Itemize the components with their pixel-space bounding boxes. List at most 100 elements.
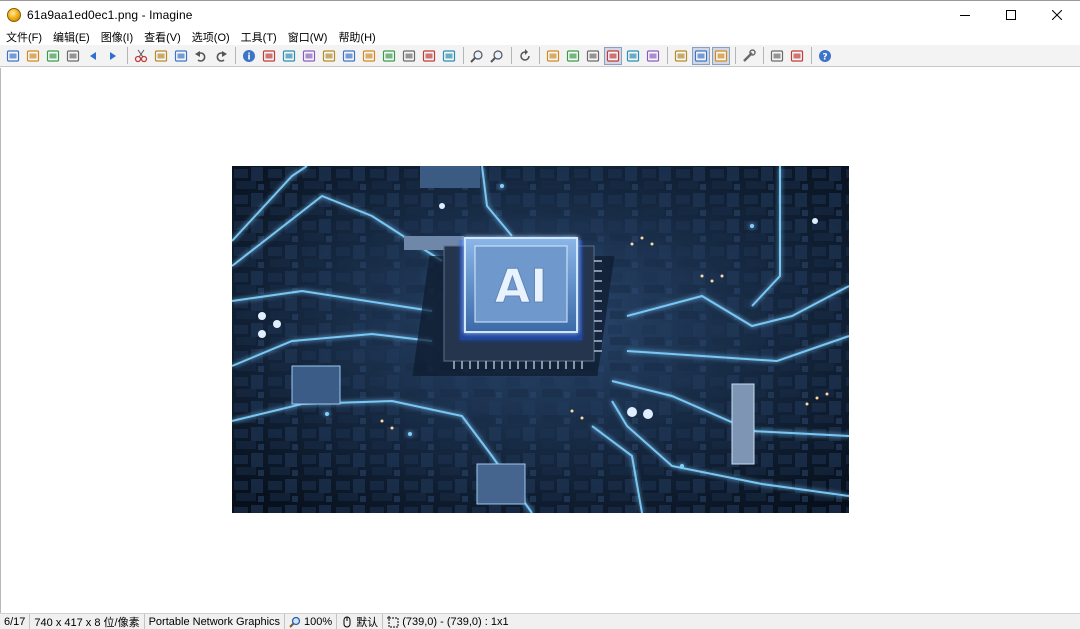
refresh-button[interactable] (516, 47, 534, 65)
maximize-button[interactable] (988, 1, 1034, 29)
rotate-button[interactable] (380, 47, 398, 65)
window-title: 61a9aa1ed0ec1.png - Imagine (27, 7, 193, 22)
flip-horizontal-icon (282, 49, 296, 63)
flip-vertical-button[interactable] (300, 47, 318, 65)
cut-icon (134, 49, 148, 63)
save-all-button[interactable] (44, 47, 62, 65)
status-format: Portable Network Graphics (145, 613, 286, 629)
color-icon (362, 49, 376, 63)
menu-image[interactable]: 图像(I) (101, 29, 133, 45)
toolbar-separator (763, 47, 764, 64)
edit-mode-button[interactable] (712, 46, 730, 65)
cut-button[interactable] (132, 47, 150, 65)
info-button[interactable]: i (240, 47, 258, 65)
copy-button[interactable] (152, 47, 170, 65)
save-all-icon (46, 49, 60, 63)
displayed-image[interactable]: AI (232, 166, 849, 513)
paste-icon (174, 49, 188, 63)
maximize-icon (1006, 10, 1016, 20)
menu-tools[interactable]: 工具(T) (241, 29, 277, 45)
toolbar-separator (735, 47, 736, 64)
rotate-icon (382, 49, 396, 63)
image-canvas[interactable]: AI (0, 68, 1080, 613)
sharpen-button[interactable] (584, 47, 602, 65)
status-mode[interactable]: 默认 (337, 613, 384, 629)
help-icon: ? (818, 49, 832, 63)
status-mode-value: 默认 (356, 616, 379, 629)
undo-button[interactable] (192, 47, 210, 65)
filmstrip-icon (262, 49, 276, 63)
redo-button[interactable] (212, 47, 230, 65)
toolbar-separator (811, 47, 812, 64)
brightness-down-button[interactable] (564, 47, 582, 65)
print-icon (66, 49, 80, 63)
toolbar-separator (667, 47, 668, 64)
previous-icon (87, 50, 99, 62)
batch-convert-icon (770, 49, 784, 63)
toolbar-separator (511, 47, 512, 64)
full-screen-icon (646, 49, 660, 63)
crop-button[interactable] (400, 47, 418, 65)
menu-help[interactable]: 帮助(H) (338, 29, 375, 45)
open-button[interactable] (24, 47, 42, 65)
capture-button[interactable] (788, 47, 806, 65)
status-dimensions: 740 x 417 x 8 位/像素 (30, 613, 145, 629)
thumbnail-view-button[interactable] (692, 46, 710, 65)
menu-options[interactable]: 选项(O) (192, 29, 230, 45)
actual-size-button[interactable] (624, 47, 642, 65)
zoom-out-icon (490, 49, 504, 63)
previous-button[interactable] (84, 47, 102, 65)
settings-button[interactable] (740, 47, 758, 65)
batch-convert-button[interactable] (768, 47, 786, 65)
window-controls (942, 1, 1080, 29)
menu-file[interactable]: 文件(F) (6, 29, 42, 45)
copy-icon (154, 49, 168, 63)
toolbar-separator (539, 47, 540, 64)
title-bar: 61a9aa1ed0ec1.png - Imagine (0, 0, 1080, 28)
zoom-icon (289, 616, 301, 628)
status-zoom-value: 100% (304, 615, 333, 628)
zoom-in-button[interactable] (468, 47, 486, 65)
next-button[interactable] (104, 47, 122, 65)
redo-icon (214, 49, 228, 63)
menu-edit[interactable]: 编辑(E) (53, 29, 90, 45)
full-screen-button[interactable] (644, 47, 662, 65)
status-bar: 6/17 740 x 417 x 8 位/像素 Portable Network… (0, 613, 1080, 629)
info-icon: i (242, 49, 256, 63)
color-button[interactable] (360, 47, 378, 65)
fit-window-icon (606, 49, 620, 63)
imagine-app-icon[interactable] (7, 7, 21, 22)
close-button[interactable] (1034, 1, 1080, 29)
brightness-up-icon (546, 49, 560, 63)
status-zoom[interactable]: 100% (285, 613, 338, 629)
status-selection: (739,0) - (739,0) : 1x1 (383, 614, 512, 629)
sharpen-icon (586, 49, 600, 63)
menu-view[interactable]: 查看(V) (144, 29, 181, 45)
menu-window[interactable]: 窗口(W) (288, 29, 328, 45)
new-button[interactable] (4, 47, 22, 65)
filmstrip-button[interactable] (260, 47, 278, 65)
zoom-in-icon (470, 49, 484, 63)
toolbar-separator (235, 47, 236, 64)
brightness-down-icon (566, 49, 580, 63)
resize-button[interactable] (420, 47, 438, 65)
grayscale-button[interactable] (320, 47, 338, 65)
contrast-button[interactable] (340, 47, 358, 65)
minimize-button[interactable] (942, 1, 988, 29)
toolbar: i? (0, 45, 1080, 67)
print-button[interactable] (64, 47, 82, 65)
paste-button[interactable] (172, 47, 190, 65)
effects-button[interactable] (440, 47, 458, 65)
close-icon (1052, 10, 1062, 20)
crop-icon (402, 49, 416, 63)
svg-text:?: ? (822, 52, 827, 62)
slideshow-button[interactable] (672, 47, 690, 65)
minimize-icon (960, 15, 970, 16)
chip-ai-label: AI (495, 259, 548, 313)
zoom-out-button[interactable] (488, 47, 506, 65)
help-button[interactable]: ? (816, 47, 834, 65)
settings-icon (742, 48, 756, 63)
flip-horizontal-button[interactable] (280, 47, 298, 65)
brightness-up-button[interactable] (544, 47, 562, 65)
fit-window-button[interactable] (604, 46, 622, 65)
